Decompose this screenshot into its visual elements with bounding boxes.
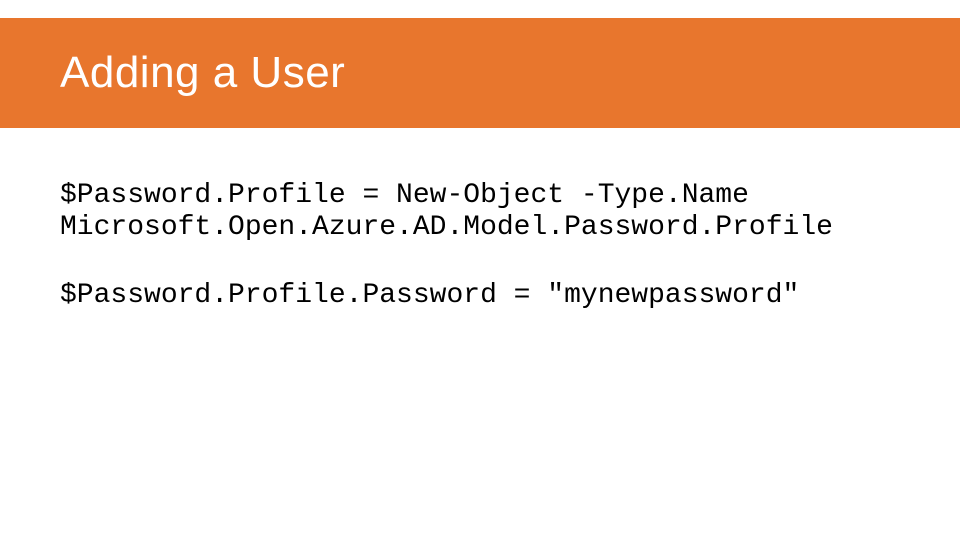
- title-bar: Adding a User: [0, 18, 960, 128]
- slide-title: Adding a User: [60, 48, 345, 98]
- slide-content: $Password.Profile = New-Object -Type.Nam…: [60, 180, 900, 349]
- code-line-2: $Password.Profile.Password = "mynewpassw…: [60, 280, 900, 312]
- code-line-1: $Password.Profile = New-Object -Type.Nam…: [60, 180, 900, 244]
- slide: Adding a User $Password.Profile = New-Ob…: [0, 0, 960, 540]
